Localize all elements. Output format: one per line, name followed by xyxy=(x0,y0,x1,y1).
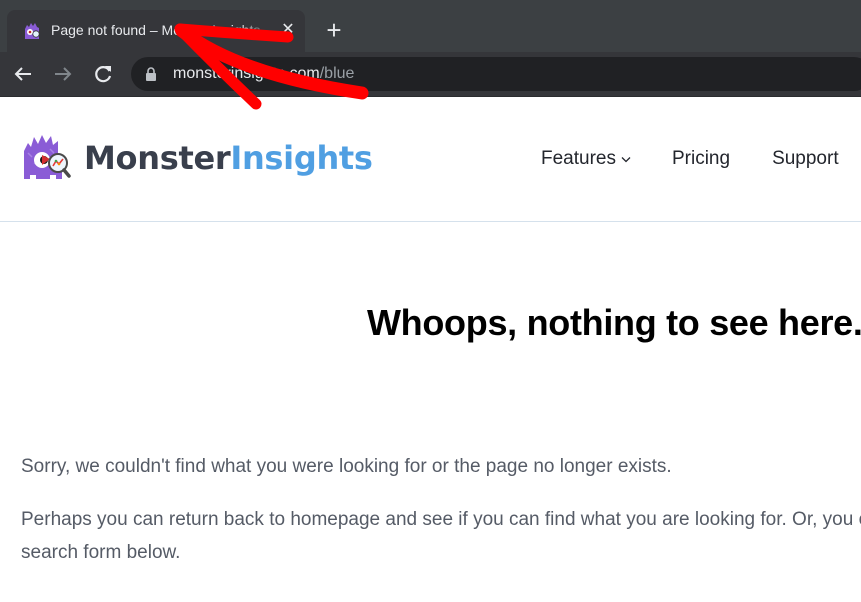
arrow-left-icon[interactable] xyxy=(11,62,35,86)
site-logo[interactable]: MonsterInsights xyxy=(20,133,373,183)
logo-text-insights: Insights xyxy=(230,139,373,177)
chevron-down-icon xyxy=(621,156,631,162)
nav-item-label: Features xyxy=(541,148,616,169)
tab-title: Page not found – MonsterInsights xyxy=(51,22,261,38)
reload-icon[interactable] xyxy=(91,62,115,86)
monster-logo-icon xyxy=(24,135,71,179)
url-text[interactable]: monsterinsights.com/blue xyxy=(173,65,354,83)
main-nav: Features Pricing Support xyxy=(541,148,861,170)
logo-wordmark: MonsterInsights xyxy=(84,139,373,177)
nav-item-label: Support xyxy=(772,148,839,169)
logo-text-monster: Monster xyxy=(84,139,231,177)
browser-toolbar: monsterinsights.com/blue xyxy=(0,52,861,97)
not-found-message: Sorry, we couldn't find what you were lo… xyxy=(21,456,672,477)
url-path: /blue xyxy=(319,65,355,82)
nav-item-support[interactable]: Support xyxy=(772,148,839,170)
monster-icon xyxy=(25,23,40,39)
nav-item-label: Pricing xyxy=(671,148,731,169)
browser-tab[interactable]: Page not found – MonsterInsights ✕ xyxy=(7,10,305,52)
browser-tab-strip: Page not found – MonsterInsights ✕ + xyxy=(0,0,861,52)
page-title: Whoops, nothing to see here. xyxy=(367,302,861,343)
suggestion-message: Perhaps you can return back to homepage … xyxy=(21,503,861,569)
nav-item-pricing[interactable]: Pricing xyxy=(672,148,730,170)
address-bar[interactable]: monsterinsights.com/blue xyxy=(131,57,861,91)
suggestion-line-1: Perhaps you can return back to homepage … xyxy=(21,509,861,530)
lock-icon[interactable] xyxy=(145,67,157,81)
url-host: monsterinsights.com xyxy=(173,65,320,82)
suggestion-line-2: search form below. xyxy=(21,542,181,563)
nav-item-features[interactable]: Features xyxy=(541,148,631,170)
plus-icon[interactable]: + xyxy=(322,17,346,43)
close-icon[interactable]: ✕ xyxy=(279,21,297,39)
site-header: MonsterInsights Features Pricing Support xyxy=(0,97,861,222)
arrow-right-icon[interactable] xyxy=(51,62,75,86)
